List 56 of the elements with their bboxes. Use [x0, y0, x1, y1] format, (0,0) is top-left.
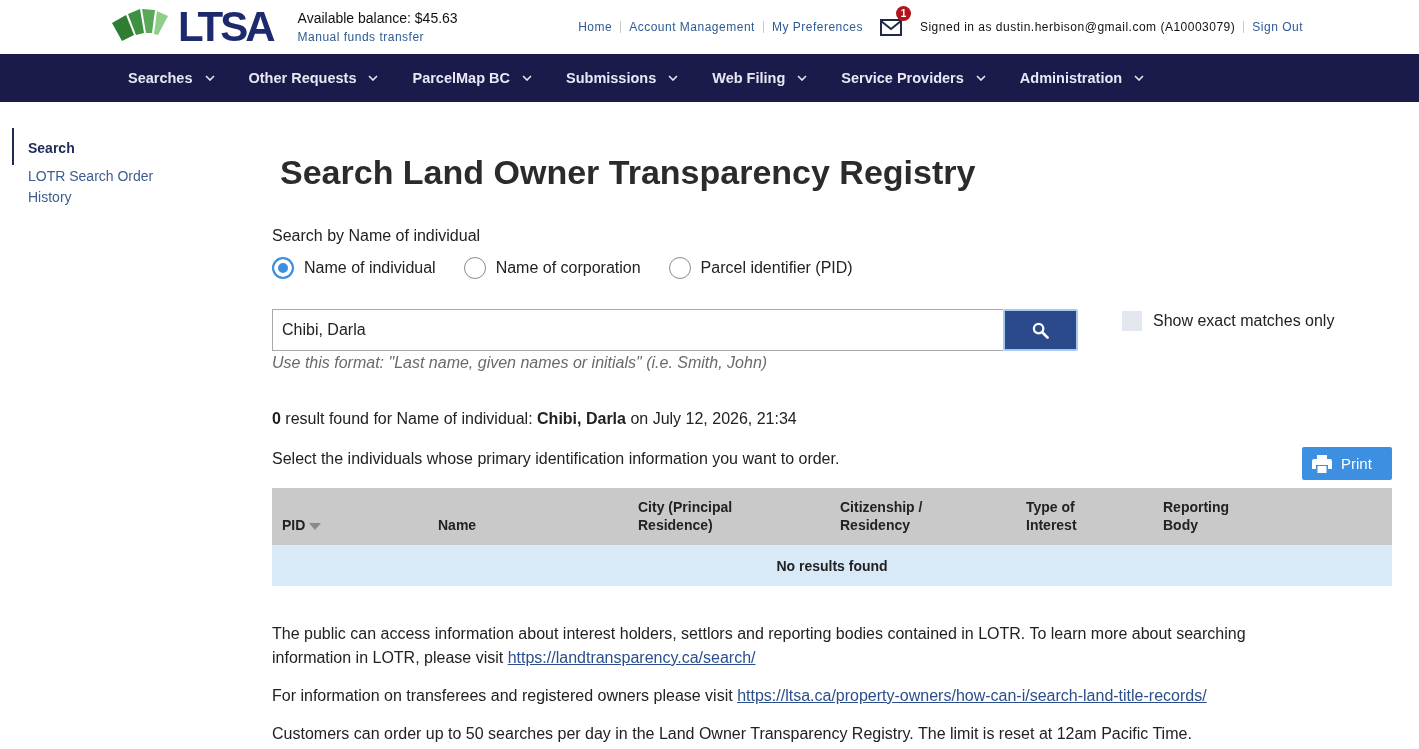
column-header[interactable]: Name — [428, 488, 628, 545]
radio-label[interactable]: Name of individual — [304, 256, 436, 280]
info-paragraph: Customers can order up to 50 searches per day in the Land Owner Transparency Registry. The limit is reset at 12am Pacific Time. — [272, 724, 1193, 744]
nav-menu-button[interactable]: Searches — [128, 70, 215, 86]
radio-button[interactable] — [272, 257, 294, 279]
nav-menu-button[interactable]: Submissions — [566, 70, 679, 86]
radio-button[interactable] — [668, 257, 691, 279]
column-header[interactable]: Citizenship / Residency — [830, 488, 1016, 545]
column-header[interactable]: Reporting Body — [1153, 488, 1392, 545]
nav-menu-button[interactable]: Administration — [1019, 70, 1145, 86]
nav-menu-button[interactable]: ParcelMap BC — [412, 70, 532, 86]
mail-icon[interactable] — [879, 18, 902, 36]
sign-out-link[interactable]: Sign Out — [1252, 19, 1303, 35]
radio-label[interactable]: Parcel identifier (PID) — [700, 256, 853, 280]
chevron-down-icon — [975, 75, 986, 81]
search-field[interactable]: Chibi, Darla — [272, 309, 1003, 351]
chevron-down-icon — [204, 75, 215, 81]
format-hint: Use this format: "Last name, given names or initials" (i.e. Smith, John) — [272, 353, 769, 373]
result-summary: 0 result found for Name of individual: Chibi, Darla on July 12, 2026, 21:34 — [272, 409, 798, 429]
search-by-label: Search by Name of individual — [272, 226, 482, 246]
nav-menu-button[interactable]: Service Providers — [841, 70, 986, 86]
column-header[interactable]: PID — [272, 488, 428, 545]
column-header[interactable]: City (Principal Residence) — [628, 488, 830, 545]
header-link[interactable]: Home — [578, 19, 613, 35]
nav-menu-button[interactable]: Other Requests — [248, 70, 379, 86]
sort-down-icon — [309, 523, 322, 530]
info-link[interactable]: https://ltsa.ca/property-owners/how-can-i/search-land-title-records/ — [737, 687, 1207, 704]
balance-text: Available balance: $45.63 — [297, 9, 458, 26]
chevron-down-icon — [797, 75, 808, 81]
chevron-down-icon — [668, 75, 679, 81]
info-paragraph: The public can access information about interest holders, settlors and reporting bodies contained in LOTR. To learn more about searching information in LOTR, please visit https://landtransparency.ca/search/ — [272, 624, 1247, 668]
header-link[interactable]: My Preferences — [771, 19, 863, 35]
instruction-text: Select the individuals whose primary identification information you want to order. — [272, 448, 840, 469]
sidebar-link[interactable]: Search — [12, 128, 168, 165]
chevron-down-icon — [368, 75, 379, 81]
info-link[interactable]: https://landtransparency.ca/search/ — [507, 649, 756, 666]
checkbox-label[interactable]: Show exact matches only — [1153, 311, 1335, 331]
empty-results-row: No results found — [272, 545, 1392, 586]
search-icon — [1032, 321, 1049, 339]
logo-text: LTSA — [178, 5, 273, 49]
sidebar-link[interactable]: LOTR Search Order History — [12, 166, 168, 208]
signed-in-text: Signed in as dustin.herbison@gmail.com (A10003079) — [919, 20, 1236, 34]
chevron-down-icon — [522, 75, 532, 81]
page-title: Search Land Owner Transparency Registry — [280, 152, 977, 193]
radio-button[interactable] — [463, 257, 486, 279]
radio-label[interactable]: Name of corporation — [495, 256, 641, 280]
printer-icon — [1312, 454, 1332, 473]
info-paragraph: For information on transferees and registered owners please visit https://ltsa.ca/property-owners/how-can-i/search-land-title-records/ — [272, 686, 1208, 706]
chevron-down-icon — [1134, 75, 1145, 81]
funds-transfer-link[interactable]: Manual funds transfer — [297, 29, 458, 45]
column-header[interactable]: Type of Interest — [1016, 488, 1153, 545]
notification-badge: 1 — [895, 5, 911, 21]
header-link[interactable]: Account Management — [629, 19, 755, 35]
checkbox[interactable] — [1122, 311, 1142, 331]
search-button[interactable] — [1003, 309, 1078, 351]
nav-menu-button[interactable]: Web Filing — [712, 70, 808, 86]
